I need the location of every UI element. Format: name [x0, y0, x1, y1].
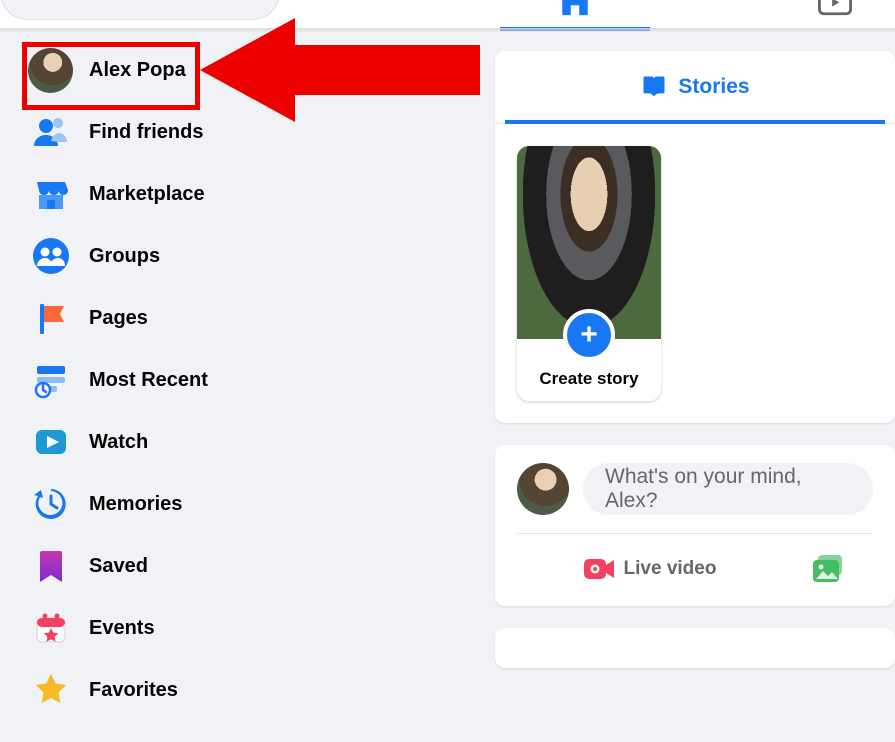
- left-sidebar: Alex Popa Find friends: [0, 29, 495, 742]
- watch-nav-icon: [28, 420, 73, 465]
- sidebar-item-groups[interactable]: Groups: [0, 225, 495, 287]
- favorites-icon: [28, 668, 73, 713]
- sidebar-item-most-recent[interactable]: Most Recent: [0, 349, 495, 411]
- feed-post-card: [495, 628, 895, 668]
- stories-tabs: Stories: [495, 51, 895, 124]
- events-icon: [28, 606, 73, 651]
- annotation-arrow: [200, 18, 480, 122]
- stories-icon: [640, 73, 668, 101]
- memories-icon: [28, 482, 73, 527]
- search-input[interactable]: [0, 0, 280, 20]
- stories-tab-label: Stories: [678, 75, 749, 99]
- tab-home[interactable]: [500, 0, 650, 31]
- sidebar-item-label: Watch: [89, 431, 148, 454]
- tab-stories[interactable]: Stories: [495, 51, 895, 123]
- create-story-tile[interactable]: + Create story: [517, 146, 661, 401]
- composer-avatar[interactable]: [517, 463, 569, 515]
- composer-placeholder: What's on your mind, Alex?: [605, 465, 851, 513]
- plus-icon: +: [563, 309, 615, 361]
- live-video-label: Live video: [624, 558, 717, 580]
- sidebar-item-watch[interactable]: Watch: [0, 411, 495, 473]
- live-video-button[interactable]: Live video: [507, 544, 793, 594]
- stories-card: Stories + Create story: [495, 51, 895, 423]
- avatar-icon: [28, 48, 73, 93]
- sidebar-item-label: Alex Popa: [89, 59, 186, 82]
- sidebar-item-saved[interactable]: Saved: [0, 535, 495, 597]
- sidebar-item-label: Events: [89, 617, 155, 640]
- photo-video-icon: [813, 555, 845, 583]
- photo-video-button[interactable]: [793, 544, 883, 594]
- sidebar-item-label: Pages: [89, 307, 148, 330]
- sidebar-item-label: Favorites: [89, 679, 178, 702]
- friends-icon: [28, 110, 73, 155]
- marketplace-icon: [28, 172, 73, 217]
- sidebar-item-favorites[interactable]: Favorites: [0, 659, 495, 721]
- tab-watch[interactable]: [760, 0, 895, 27]
- sidebar-item-label: Groups: [89, 245, 160, 268]
- home-icon: [558, 0, 592, 18]
- sidebar-item-label: Memories: [89, 493, 182, 516]
- most-recent-icon: [28, 358, 73, 403]
- sidebar-item-memories[interactable]: Memories: [0, 473, 495, 535]
- live-video-icon: [584, 557, 614, 581]
- story-user-photo: +: [517, 146, 661, 339]
- sidebar-item-label: Saved: [89, 555, 148, 578]
- saved-icon: [28, 544, 73, 589]
- composer-card: What's on your mind, Alex? Live video: [495, 445, 895, 606]
- pages-icon: [28, 296, 73, 341]
- sidebar-item-pages[interactable]: Pages: [0, 287, 495, 349]
- sidebar-item-label: Marketplace: [89, 183, 205, 206]
- sidebar-item-marketplace[interactable]: Marketplace: [0, 163, 495, 225]
- sidebar-item-label: Find friends: [89, 121, 203, 144]
- composer-input[interactable]: What's on your mind, Alex?: [583, 463, 873, 515]
- sidebar-item-label: Most Recent: [89, 369, 208, 392]
- sidebar-item-events[interactable]: Events: [0, 597, 495, 659]
- watch-icon: [818, 0, 852, 16]
- feed-column: Stories + Create story What's on your mi…: [495, 29, 895, 742]
- groups-icon: [28, 234, 73, 279]
- top-tabs: [500, 0, 895, 27]
